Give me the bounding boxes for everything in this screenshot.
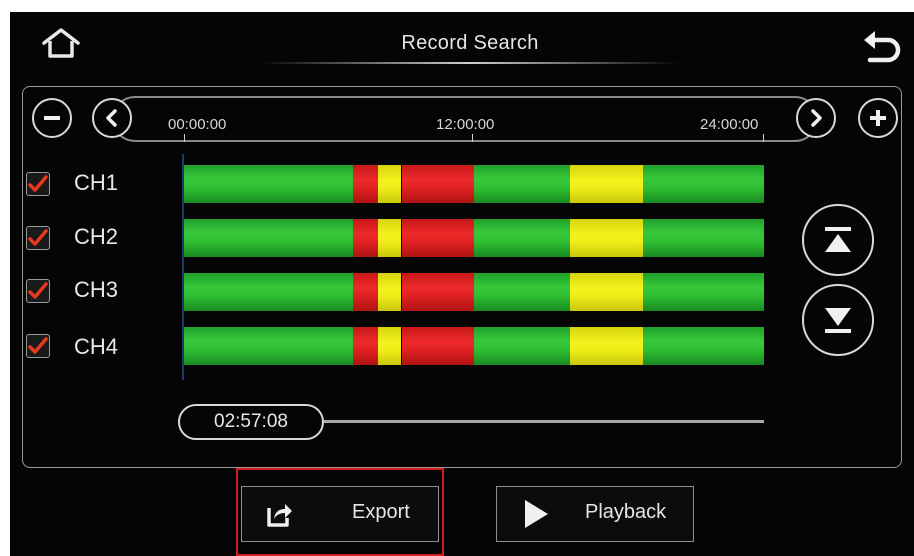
title-underline bbox=[260, 62, 680, 64]
ch4-checkbox[interactable] bbox=[26, 334, 50, 358]
record-segment-motion bbox=[377, 273, 402, 311]
chevron-right-icon bbox=[811, 109, 822, 127]
checkmark-icon bbox=[28, 229, 48, 246]
ch1-checkbox[interactable] bbox=[26, 172, 50, 196]
record-segment-motion bbox=[570, 219, 644, 257]
tick-label-start: 00:00:00 bbox=[168, 116, 227, 133]
record-segment-motion bbox=[570, 273, 644, 311]
home-button[interactable] bbox=[40, 26, 82, 60]
record-segment-motion bbox=[377, 165, 402, 203]
tick-label-mid: 12:00:00 bbox=[436, 116, 495, 133]
ch2-record-track[interactable] bbox=[184, 219, 764, 257]
record-segment-alarm bbox=[401, 327, 474, 365]
zoom-out-button[interactable] bbox=[32, 98, 72, 138]
page-title: Record Search bbox=[401, 32, 539, 54]
playback-button[interactable]: Playback bbox=[496, 486, 694, 542]
checkmark-icon bbox=[28, 337, 48, 354]
scroll-top-icon bbox=[825, 227, 851, 252]
ch2-label: CH2 bbox=[74, 224, 119, 249]
record-segment-alarm bbox=[352, 219, 378, 257]
scroll-bottom-button[interactable] bbox=[802, 284, 874, 356]
back-arrow-icon bbox=[864, 31, 901, 63]
record-segment-motion bbox=[377, 327, 402, 365]
record-segment-normal bbox=[474, 165, 571, 203]
tick-label-end: 24:00:00 bbox=[700, 116, 759, 133]
record-segment-alarm bbox=[401, 219, 474, 257]
time-slider-track[interactable] bbox=[324, 420, 764, 423]
playback-label: Playback bbox=[585, 501, 667, 523]
tick-mark-end bbox=[763, 134, 764, 142]
record-segment-alarm bbox=[352, 327, 378, 365]
tick-mark-mid bbox=[472, 134, 473, 142]
ch3-record-track[interactable] bbox=[184, 273, 764, 311]
timeline-next-button[interactable] bbox=[796, 98, 836, 138]
record-segment-normal bbox=[184, 165, 353, 203]
ch3-checkbox[interactable] bbox=[26, 279, 50, 303]
scroll-bottom-icon bbox=[825, 308, 851, 333]
chevron-left-icon bbox=[106, 109, 117, 127]
play-icon bbox=[525, 500, 548, 528]
record-segment-alarm bbox=[401, 273, 474, 311]
record-segment-alarm bbox=[352, 273, 378, 311]
export-label: Export bbox=[352, 501, 410, 523]
ch4-label: CH4 bbox=[74, 334, 119, 359]
ch2-checkbox[interactable] bbox=[26, 226, 50, 250]
record-segment-normal bbox=[184, 327, 353, 365]
record-segment-motion bbox=[570, 327, 644, 365]
record-segment-normal bbox=[643, 327, 764, 365]
record-segment-normal bbox=[643, 273, 764, 311]
tick-mark-start bbox=[184, 134, 185, 142]
timeline-prev-button[interactable] bbox=[92, 98, 132, 138]
ch4-record-track[interactable] bbox=[184, 327, 764, 365]
record-segment-normal bbox=[474, 327, 571, 365]
record-segment-normal bbox=[184, 273, 353, 311]
export-button[interactable]: Export bbox=[241, 486, 439, 542]
share-export-icon bbox=[267, 504, 292, 527]
current-time-label: 02:57:08 bbox=[214, 411, 288, 432]
scroll-top-button[interactable] bbox=[802, 204, 874, 276]
record-segment-alarm bbox=[401, 165, 474, 203]
minus-icon bbox=[44, 116, 60, 120]
record-segment-normal bbox=[643, 165, 764, 203]
home-icon bbox=[42, 28, 80, 58]
back-button[interactable] bbox=[858, 26, 902, 66]
ch3-label: CH3 bbox=[74, 277, 119, 302]
record-segment-normal bbox=[474, 219, 571, 257]
record-search-screen: Record Search 00:00:00 12:00:00 24:00:00 bbox=[10, 12, 914, 556]
ch1-label: CH1 bbox=[74, 170, 119, 195]
checkmark-icon bbox=[28, 282, 48, 299]
ch1-record-track[interactable] bbox=[184, 165, 764, 203]
checkmark-icon bbox=[28, 175, 48, 192]
record-segment-alarm bbox=[352, 165, 378, 203]
time-slider-thumb[interactable]: 02:57:08 bbox=[178, 404, 324, 440]
record-segment-motion bbox=[570, 165, 644, 203]
zoom-in-button[interactable] bbox=[858, 98, 898, 138]
record-segment-normal bbox=[643, 219, 764, 257]
record-segment-normal bbox=[184, 219, 353, 257]
record-segment-normal bbox=[474, 273, 571, 311]
plus-icon bbox=[870, 110, 886, 126]
record-segment-motion bbox=[377, 219, 402, 257]
